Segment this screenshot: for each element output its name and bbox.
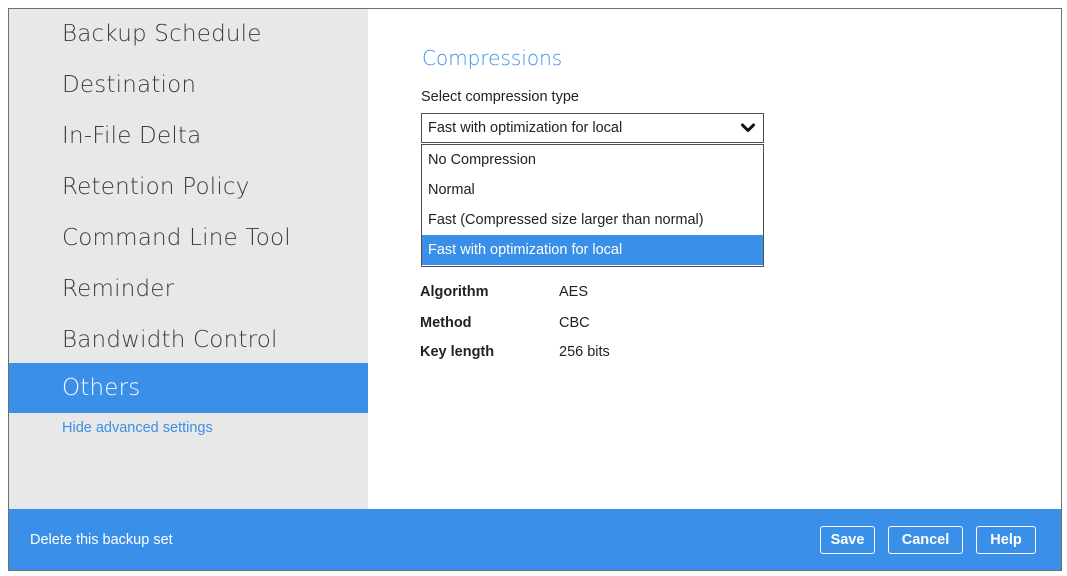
key-length-label: Key length [420, 344, 495, 360]
compression-option-no-compression[interactable]: No Compression [422, 145, 763, 175]
compression-option-normal[interactable]: Normal [422, 175, 763, 205]
algorithm-label: Algorithm [420, 284, 489, 300]
compression-type-select[interactable]: Fast with optimization for local [421, 113, 764, 143]
sidebar: Backup Schedule Destination In-File Delt… [9, 9, 368, 509]
main-content: Compressions Select compression type Fas… [368, 9, 1061, 509]
compression-option-fast[interactable]: Fast (Compressed size larger than normal… [422, 205, 763, 235]
sidebar-item-bandwidth-control[interactable]: Bandwidth Control [9, 315, 368, 365]
sidebar-item-command-line-tool[interactable]: Command Line Tool [9, 213, 368, 263]
compression-dropdown-list: No Compression Normal Fast (Compressed s… [421, 144, 764, 267]
section-title: Compressions [422, 46, 563, 70]
backup-settings-window: Backup Schedule Destination In-File Delt… [8, 8, 1062, 571]
key-length-value: 256 bits [559, 344, 610, 360]
compression-type-label: Select compression type [421, 89, 579, 105]
sidebar-item-backup-schedule[interactable]: Backup Schedule [9, 9, 368, 59]
hide-advanced-settings-link[interactable]: Hide advanced settings [62, 420, 213, 436]
sidebar-item-in-file-delta[interactable]: In-File Delta [9, 111, 368, 161]
chevron-down-icon [741, 123, 755, 132]
algorithm-value: AES [559, 284, 589, 300]
compression-option-fast-optimized-local[interactable]: Fast with optimization for local [422, 235, 763, 265]
method-label: Method [420, 315, 472, 331]
cancel-button[interactable]: Cancel [888, 526, 963, 554]
sidebar-item-retention-policy[interactable]: Retention Policy [9, 162, 368, 212]
sidebar-item-reminder[interactable]: Reminder [9, 264, 368, 314]
save-button[interactable]: Save [820, 526, 875, 554]
footer-bar: Delete this backup set Save Cancel Help [9, 509, 1061, 570]
delete-backup-set-link[interactable]: Delete this backup set [30, 532, 173, 548]
sidebar-item-destination[interactable]: Destination [9, 60, 368, 110]
compression-selected-value: Fast with optimization for local [428, 120, 623, 136]
help-button[interactable]: Help [976, 526, 1036, 554]
method-value: CBC [559, 315, 590, 331]
sidebar-item-others[interactable]: Others [9, 363, 368, 413]
